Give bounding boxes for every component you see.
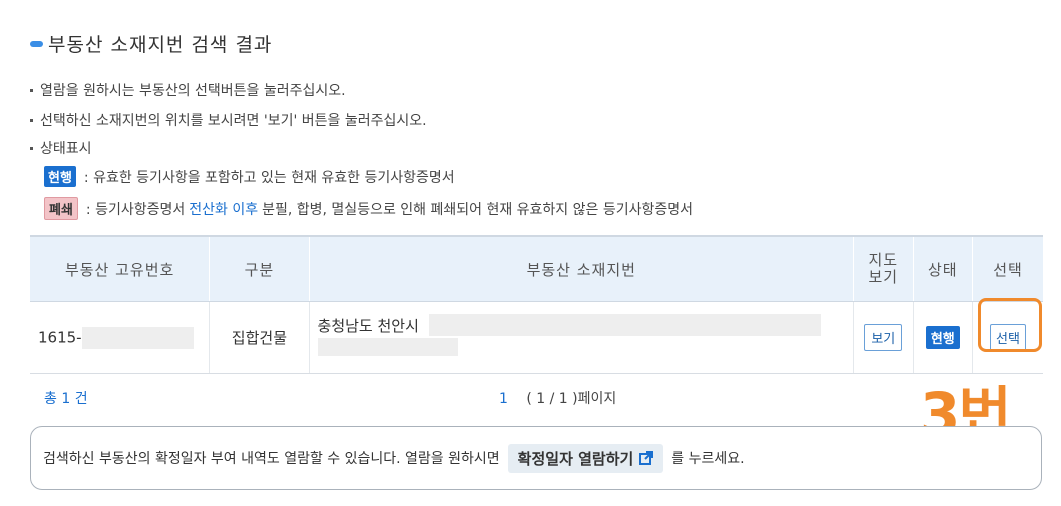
legend-current-text: : 유효한 등기사항을 포함하고 있는 현재 유효한 등기사항증명서 xyxy=(83,169,455,186)
notice-text-post: 를 누르세요. xyxy=(671,451,745,467)
bullet-icon xyxy=(30,146,33,150)
closed-status-badge: 폐쇄 xyxy=(44,197,78,220)
page-title: 부동산 소재지번 검색 결과 xyxy=(30,30,272,57)
instruction-item: 선택하신 소재지번의 위치를 보시려면 '보기' 버튼을 눌러주십시오. xyxy=(30,110,427,130)
legend-closed-highlight: 전산화 이후 xyxy=(189,201,259,218)
notice-text: 검색하신 부동산의 확정일자 부여 내역도 열람할 수 있습니다. 열람을 원하… xyxy=(43,451,500,467)
bullet-icon xyxy=(30,88,33,92)
instruction-item: 상태표시 xyxy=(30,138,92,158)
total-count: 총 1 건 xyxy=(44,391,88,407)
legend-closed-text-rest: 분필, 합병, 멸실등으로 인해 폐쇄되어 현재 유효하지 않은 등기사항증명서 xyxy=(262,201,694,218)
title-bullet-icon xyxy=(30,40,43,47)
header-status: 상태 xyxy=(912,235,973,302)
table-header-row: 부동산 고유번호 구분 부동산 소재지번 지도 보기 상태 선택 xyxy=(30,235,1043,302)
cell-type: 집합건물 xyxy=(209,301,310,374)
redacted-block xyxy=(317,338,458,356)
page-info: ( 1 / 1 )페이지 xyxy=(526,391,617,407)
header-id: 부동산 고유번호 xyxy=(30,235,210,302)
legend-closed: 폐쇄 : 등기사항증명서 전산화 이후 분필, 합병, 멸실등으로 인해 폐쇄되… xyxy=(44,197,693,220)
confirm-date-view-button[interactable]: 확정일자 열람하기 xyxy=(507,443,664,473)
cell-status: 현행 xyxy=(912,301,973,374)
address-text: 충청남도 천안시 xyxy=(317,316,419,335)
instruction-text: 선택하신 소재지번의 위치를 보시려면 '보기' 버튼을 눌러주십시오. xyxy=(40,113,427,129)
legend-closed-text: : 등기사항증명서 xyxy=(85,201,186,218)
notice-box: 검색하신 부동산의 확정일자 부여 내역도 열람할 수 있습니다. 열람을 원하… xyxy=(30,426,1042,490)
page-title-text: 부동산 소재지번 검색 결과 xyxy=(48,34,273,56)
bullet-icon xyxy=(30,118,33,122)
pagination: 1 ( 1 / 1 )페이지 xyxy=(499,388,616,408)
redacted-block xyxy=(81,326,194,349)
instruction-text: 열람을 원하시는 부동산의 선택버튼을 눌러주십시오. xyxy=(40,83,346,99)
current-status-badge: 현행 xyxy=(44,166,76,187)
cell-map: 보기 xyxy=(853,301,914,374)
view-map-button[interactable]: 보기 xyxy=(864,324,903,351)
redacted-block xyxy=(428,314,821,336)
highlight-box xyxy=(978,298,1042,352)
header-type: 구분 xyxy=(209,235,310,302)
instruction-text: 상태표시 xyxy=(40,141,92,157)
external-link-icon xyxy=(639,451,654,465)
instruction-item: 열람을 원하시는 부동산의 선택버튼을 눌러주십시오. xyxy=(30,80,346,100)
result-table: 부동산 고유번호 구분 부동산 소재지번 지도 보기 상태 선택 1615- 집… xyxy=(30,235,1043,374)
header-select: 선택 xyxy=(972,235,1043,302)
confirm-date-button-label: 확정일자 열람하기 xyxy=(517,449,634,468)
table-row: 1615- 집합건물 충청남도 천안시 보기 현행 선택 xyxy=(30,301,1043,374)
cell-id: 1615- xyxy=(30,301,210,374)
legend-current: 현행 : 유효한 등기사항을 포함하고 있는 현재 유효한 등기사항증명서 xyxy=(44,166,455,187)
header-map: 지도 보기 xyxy=(853,235,914,302)
status-badge: 현행 xyxy=(925,326,960,349)
header-map-line1: 지도 xyxy=(868,251,899,269)
header-map-line2: 보기 xyxy=(868,268,899,286)
property-id-prefix: 1615- xyxy=(38,328,82,346)
header-address: 부동산 소재지번 xyxy=(308,235,854,302)
page-link[interactable]: 1 xyxy=(499,391,508,407)
cell-address: 충청남도 천안시 xyxy=(308,301,854,374)
